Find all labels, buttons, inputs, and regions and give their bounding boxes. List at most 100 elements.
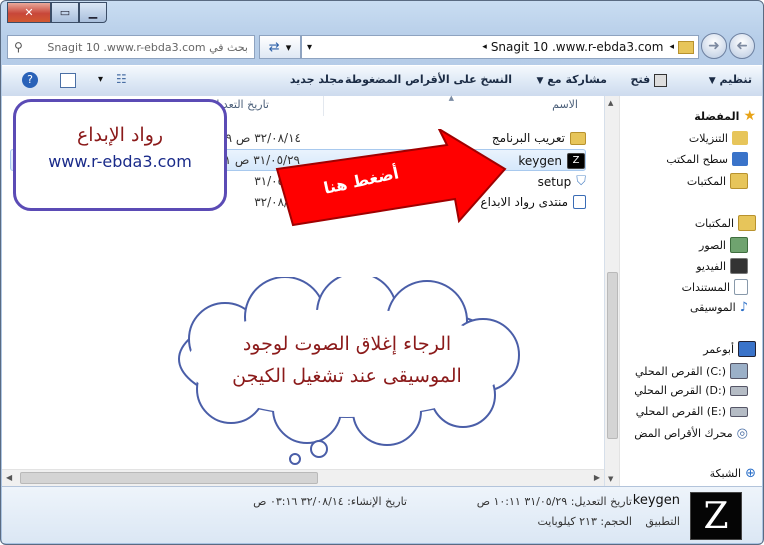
nav-network-header[interactable]: الشبكة ⊕ xyxy=(710,466,756,481)
share-dropdown-icon: ▼ xyxy=(536,76,544,86)
details-modified: تاريخ التعديل: ٣١/٠٥/٢٩ ١٠:١١ ص xyxy=(476,495,632,508)
address-bar[interactable]: ▾ ◂ Snagit 10 .www.r-ebda3.com ◂ xyxy=(301,35,699,59)
keygen-large-icon: Z xyxy=(690,492,742,540)
computer-icon xyxy=(738,341,756,357)
downloads-icon xyxy=(732,131,748,145)
notice-line-1: الرجاء إغلاق الصوت لوجود xyxy=(242,333,452,355)
details-file-name: keygen xyxy=(632,493,680,508)
drive-icon xyxy=(730,406,748,417)
nav-libraries-label: المكتبات xyxy=(694,216,734,230)
nav-favorites-label: المفضلة xyxy=(694,109,740,123)
nav-item-downloads[interactable]: التنزيلات xyxy=(689,131,748,145)
nav-item-libraries-fav[interactable]: المكتبات xyxy=(687,173,748,189)
breadcrumb-item[interactable]: Snagit 10 .www.r-ebda3.com xyxy=(491,40,664,54)
nav-item-pictures[interactable]: الصور xyxy=(699,237,748,253)
search-icon: ⚲ xyxy=(14,40,23,54)
nav-item-optical-drive[interactable]: محرك الأقراص المض ◎ xyxy=(634,426,748,441)
recent-pages-arrow-icon: ▾ xyxy=(285,40,292,54)
nav-libraries-header[interactable]: المكتبات xyxy=(695,215,756,231)
open-button[interactable]: فتح xyxy=(631,73,667,87)
file-name: keygen xyxy=(518,154,562,168)
views-dropdown-icon[interactable]: ▾ xyxy=(98,74,103,85)
share-with-label: مشاركة مع xyxy=(547,73,607,86)
nav-item-label: القرص المحلي (D:) xyxy=(634,384,726,397)
minimize-button[interactable]: ▁ xyxy=(79,2,107,23)
back-button[interactable]: ➜ xyxy=(729,33,755,59)
nav-item-label: الفيديو xyxy=(696,259,726,273)
explorer-window: ✕ ▭ ▁ ⚲ بحث في Snagit 10 .www.r-ebda3.co… xyxy=(0,0,764,545)
brand-url: www.r-ebda3.com xyxy=(48,152,192,171)
horizontal-scrollbar[interactable]: ◀ ▶ xyxy=(2,469,604,486)
nav-item-drive-d[interactable]: القرص المحلي (D:) xyxy=(634,384,748,397)
open-label: فتح xyxy=(630,73,651,86)
maximize-button[interactable]: ▭ xyxy=(51,2,79,23)
nav-item-label: سطح المكتب xyxy=(666,152,728,166)
pictures-icon xyxy=(730,237,748,253)
music-icon: ♪ xyxy=(739,300,748,315)
brand-box: رواد الإبداع www.r-ebda3.com xyxy=(13,99,227,211)
sort-indicator-icon: ▲ xyxy=(448,94,454,102)
command-bar: ? ▾ ☷ مجلد جديد النسخ على الأقراص المضغو… xyxy=(2,65,762,97)
file-name: setup xyxy=(537,174,572,189)
nav-computer-label: أبوعمر xyxy=(703,342,734,356)
back-arrow-icon: ➜ xyxy=(736,38,748,54)
help-icon[interactable]: ? xyxy=(22,72,38,88)
documents-icon xyxy=(734,279,748,295)
shortcut-icon xyxy=(573,195,586,209)
brand-title: رواد الإبداع xyxy=(76,124,164,146)
setup-icon: ⛉ xyxy=(576,174,586,189)
libraries-icon xyxy=(730,173,748,189)
navigation-pane: ▲ ▼ المفضلة ★ التنزيلات سطح المكتب المكت… xyxy=(604,96,762,486)
scroll-left-icon[interactable]: ◀ xyxy=(6,473,12,482)
nav-item-music[interactable]: الموسيقى ♪ xyxy=(690,300,748,315)
system-drive-icon xyxy=(730,363,748,379)
nav-scrollbar[interactable]: ▲ ▼ xyxy=(605,96,620,486)
nav-favorites-header[interactable]: المفضلة ★ xyxy=(694,108,756,124)
nav-item-label: المكتبات xyxy=(686,174,726,188)
nav-item-drive-c[interactable]: القرص المحلي (C:) xyxy=(635,363,748,379)
views-icon[interactable]: ☷ xyxy=(116,72,127,86)
notice-line-2: الموسيقى عند تشغيل الكيجن xyxy=(232,365,462,387)
refresh-icon: ⇄ xyxy=(268,39,280,55)
refresh-button[interactable]: ⇄ ▾ xyxy=(259,35,301,59)
close-button[interactable]: ✕ xyxy=(7,2,51,23)
breadcrumb-separator-icon: ◂ xyxy=(482,42,487,52)
details-file-type: التطبيق xyxy=(645,515,680,528)
libraries-icon xyxy=(738,215,756,231)
videos-icon xyxy=(730,258,748,274)
search-input[interactable]: ⚲ بحث في Snagit 10 .www.r-ebda3.com xyxy=(7,35,255,59)
address-dropdown-icon[interactable]: ▾ xyxy=(307,42,312,53)
nav-item-label: الموسيقى xyxy=(689,301,736,314)
drive-icon xyxy=(730,385,748,396)
organize-button[interactable]: ▼ تنظيم xyxy=(709,73,752,86)
breadcrumb-separator-icon: ◂ xyxy=(669,42,674,52)
scroll-up-icon[interactable]: ▲ xyxy=(608,99,613,107)
share-with-button[interactable]: ▼ مشاركة مع xyxy=(537,73,607,86)
column-divider[interactable] xyxy=(323,96,324,116)
details-pane: Z keygen التطبيق تاريخ التعديل: ٣١/٠٥/٢٩… xyxy=(2,486,762,543)
nav-computer-header[interactable]: أبوعمر xyxy=(703,341,756,357)
nav-item-desktop[interactable]: سطح المكتب xyxy=(666,152,748,166)
preview-pane-icon[interactable] xyxy=(60,73,76,88)
nav-item-drive-e[interactable]: القرص المحلي (E:) xyxy=(636,405,748,418)
horizontal-scroll-thumb[interactable] xyxy=(20,472,318,484)
nav-item-documents[interactable]: المستندات xyxy=(682,279,748,295)
new-folder-button[interactable]: مجلد جديد xyxy=(290,73,344,86)
scroll-right-icon[interactable]: ▶ xyxy=(594,473,600,482)
burn-button[interactable]: النسخ على الأقراص المضغوطة xyxy=(345,73,512,86)
scroll-down-icon[interactable]: ▼ xyxy=(608,475,613,483)
nav-scroll-thumb[interactable] xyxy=(607,272,618,439)
organize-label: تنظيم xyxy=(719,73,752,86)
nav-item-label: محرك الأقراص المض xyxy=(634,427,733,440)
title-bar: ✕ ▭ ▁ xyxy=(1,1,763,29)
nav-item-label: التنزيلات xyxy=(688,131,728,145)
forward-button[interactable]: ➜ xyxy=(701,33,727,59)
optical-drive-icon: ◎ xyxy=(736,426,748,441)
details-created: تاريخ الإنشاء: ٣٢/٠٨/١٤ ٠٣:١٦ ص xyxy=(253,495,407,508)
column-header-name[interactable]: الاسم xyxy=(552,98,578,111)
nav-item-videos[interactable]: الفيديو xyxy=(696,258,748,274)
open-app-icon xyxy=(654,73,667,87)
star-icon: ★ xyxy=(743,108,756,124)
desktop-icon xyxy=(732,152,748,166)
search-placeholder: بحث في Snagit 10 .www.r-ebda3.com xyxy=(47,40,248,54)
